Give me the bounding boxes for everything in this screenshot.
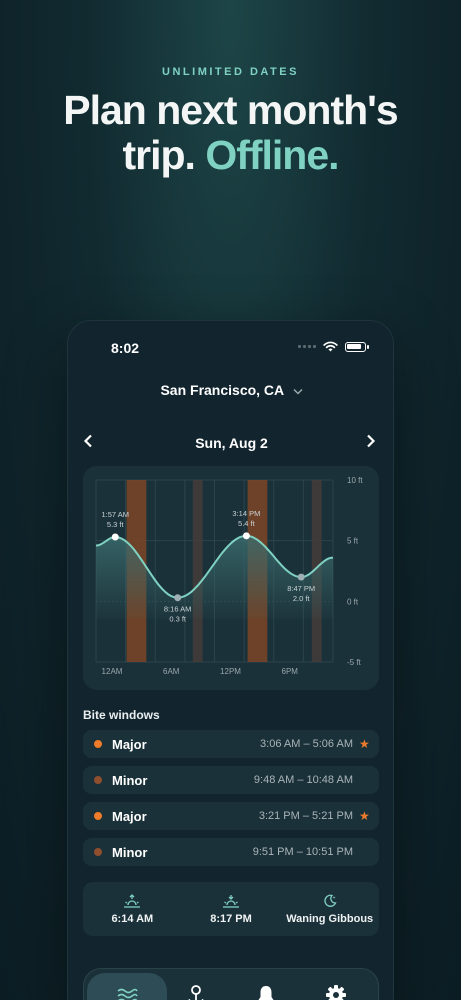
sunrise-icon	[124, 893, 141, 908]
chevron-down-icon	[293, 382, 303, 398]
tide-extreme-height: 2.0 ft	[293, 594, 311, 603]
chart-x-tick-label: 12PM	[220, 667, 241, 676]
tide-extreme-time: 8:47 PM	[287, 584, 315, 593]
chart-y-tick-label: 0 ft	[347, 597, 359, 606]
bite-dot	[94, 812, 102, 820]
bite-windows-title: Bite windows	[83, 708, 160, 722]
bite-kind: Major	[112, 808, 147, 824]
chart-y-tick-label: 10 ft	[347, 476, 363, 485]
bite-window-row[interactable]: Minor 9:51 PM – 10:51 PM ★	[83, 838, 379, 866]
promo-headline: Plan next month's trip. Offline.	[0, 88, 461, 178]
moon-icon	[324, 894, 337, 907]
tide-extreme-point	[111, 533, 119, 541]
bite-range: 3:06 AM – 5:06 AM	[260, 738, 353, 750]
promo-eyebrow: UNLIMITED DATES	[162, 66, 299, 78]
chevron-right-icon	[367, 434, 376, 448]
tab-alerts[interactable]	[236, 973, 296, 1000]
tide-extreme-time: 3:14 PM	[232, 509, 260, 518]
minor-bite-band	[192, 480, 203, 662]
tide-chart[interactable]: 1:57 AM 5.3 ft 8:16 AM 0.3 ft 3:14 PM 5.4 ft 8…	[83, 466, 379, 690]
current-date: Sun, Aug 2	[195, 434, 268, 451]
previous-day-button[interactable]	[83, 431, 97, 454]
headline-line-1: Plan next month's	[63, 87, 398, 133]
tide-chart-svg: 1:57 AM5.3 ft 8:16 AM0.3 ft 3:14 PM5.4 ft 8…	[95, 476, 363, 676]
moon-phase: Waning Gibbous	[286, 912, 374, 925]
chart-x-tick-label: 12AM	[102, 667, 123, 676]
bite-kind: Major	[112, 736, 147, 752]
next-day-button[interactable]	[366, 431, 380, 454]
tab-tides[interactable]	[87, 973, 167, 1000]
bite-kind: Minor	[112, 844, 148, 860]
star-icon: ★	[359, 809, 370, 823]
sunrise-cell: 6:14 AM	[83, 882, 182, 936]
tide-extreme-point	[174, 594, 182, 602]
location-name: San Francisco, CA	[160, 382, 284, 398]
tab-settings[interactable]	[306, 973, 366, 1000]
gear-icon	[326, 985, 346, 1000]
tide-extreme-height: 5.3 ft	[107, 520, 125, 529]
tide-extreme-height: 5.4 ft	[238, 519, 256, 528]
bell-icon	[258, 986, 274, 1000]
tab-locations[interactable]	[166, 973, 226, 1000]
waves-icon	[117, 988, 138, 1000]
sun-moon-card: 6:14 AM 8:17 PM Waning Gibbous	[83, 882, 379, 936]
bite-window-row[interactable]: Major 3:21 PM – 5:21 PM ★	[83, 802, 379, 830]
sunset-icon	[223, 894, 239, 908]
bite-window-row[interactable]: Major 3:06 AM – 5:06 AM ★	[83, 730, 379, 758]
location-selector[interactable]: San Francisco, CA	[68, 382, 393, 398]
signal-icon	[298, 345, 316, 348]
tide-extreme-time: 8:16 AM	[164, 605, 192, 614]
bite-windows-list: Major 3:06 AM – 5:06 AM ★ Minor 9:48 AM …	[83, 730, 379, 874]
headline-prefix: trip.	[122, 132, 195, 178]
wifi-icon	[323, 341, 338, 352]
bite-window-row[interactable]: Minor 9:48 AM – 10:48 AM ★	[83, 766, 379, 794]
status-icons	[298, 341, 369, 352]
tide-extreme-time: 1:57 AM	[101, 510, 129, 519]
sunset-cell: 8:17 PM	[182, 882, 281, 936]
chart-x-tick-label: 6PM	[282, 667, 299, 676]
phone-mockup: 8:02 San Francisco, CA Sun, Aug 2 1:57 A…	[67, 320, 394, 1000]
sunrise-time: 6:14 AM	[111, 912, 154, 925]
bite-range: 9:48 AM – 10:48 AM	[253, 774, 353, 786]
bite-range: 3:21 PM – 5:21 PM	[258, 810, 353, 822]
tide-extreme-height: 0.3 ft	[169, 615, 187, 624]
chevron-left-icon	[83, 434, 92, 448]
date-navigator: Sun, Aug 2	[83, 431, 380, 454]
location-pin-icon	[188, 985, 204, 1000]
chart-y-tick-label: -5 ft	[347, 658, 362, 667]
tide-extreme-point	[242, 532, 250, 540]
sunset-time: 8:17 PM	[210, 912, 252, 925]
chart-x-tick-label: 6AM	[163, 667, 180, 676]
bite-dot	[94, 848, 102, 856]
headline-line-2: trip. Offline.	[0, 133, 461, 178]
star-icon: ★	[359, 737, 370, 751]
bite-range: 9:51 PM – 10:51 PM	[252, 846, 353, 858]
status-time: 8:02	[111, 340, 140, 356]
tab-bar	[83, 968, 379, 1000]
tide-extreme-point	[297, 573, 305, 581]
battery-icon	[345, 341, 369, 352]
bite-kind: Minor	[112, 772, 148, 788]
headline-accent: Offline.	[205, 132, 339, 178]
chart-y-tick-label: 5 ft	[347, 537, 359, 546]
bite-dot	[94, 776, 102, 784]
bite-dot	[94, 740, 102, 748]
moon-phase-cell: Waning Gibbous	[280, 882, 379, 936]
